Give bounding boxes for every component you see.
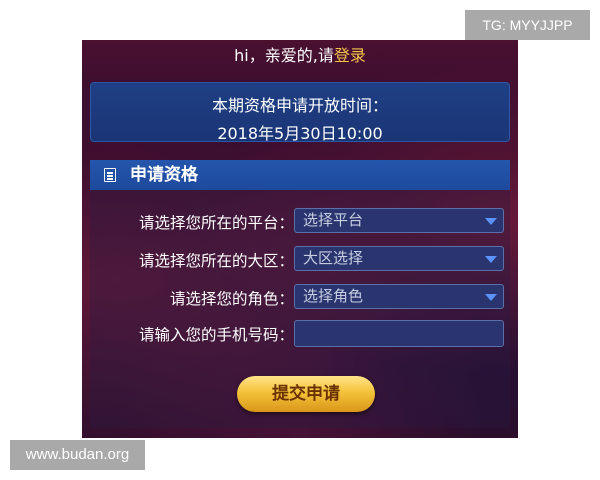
section-header: 申请资格 — [90, 160, 510, 190]
open-time-value: 2018年5月30日10:00 — [217, 124, 383, 143]
submit-button[interactable]: 提交申请 — [237, 376, 375, 412]
application-panel: hi，亲爱的,请登录 本期资格申请开放时间： 2018年5月30日10:00 申… — [82, 40, 518, 438]
role-row: 请选择您的角色： 选择角色 — [90, 284, 510, 310]
platform-row: 请选择您所在的平台： 选择平台 — [90, 208, 510, 234]
role-label: 请选择您的角色： — [169, 290, 294, 308]
platform-select-value: 选择平台 — [303, 211, 364, 229]
region-row: 请选择您所在的大区： 大区选择 — [90, 246, 510, 272]
section-title: 申请资格 — [130, 165, 198, 185]
phone-input[interactable] — [294, 320, 504, 347]
region-select[interactable]: 大区选择 — [294, 246, 504, 271]
role-select-value: 选择角色 — [303, 287, 364, 305]
region-label: 请选择您所在的大区： — [138, 252, 294, 270]
greeting-prefix: hi，亲爱的,请 — [234, 46, 334, 65]
role-select[interactable]: 选择角色 — [294, 284, 504, 309]
open-time-box: 本期资格申请开放时间： 2018年5月30日10:00 — [90, 82, 510, 143]
document-icon — [104, 168, 116, 182]
phone-label: 请输入您的手机号码： — [138, 326, 294, 344]
phone-row: 请输入您的手机号码： — [90, 320, 510, 347]
chevron-down-icon — [485, 256, 497, 263]
open-time-title: 本期资格申请开放时间： — [211, 96, 388, 115]
chevron-down-icon — [485, 294, 497, 301]
greeting-text: hi，亲爱的,请登录 — [82, 42, 518, 66]
watermark-site: www.budan.org — [10, 440, 145, 470]
watermark-tg: TG: MYYJJPP — [465, 10, 590, 40]
platform-select[interactable]: 选择平台 — [294, 208, 504, 233]
region-select-value: 大区选择 — [303, 249, 364, 267]
chevron-down-icon — [485, 218, 497, 225]
platform-label: 请选择您所在的平台： — [138, 214, 294, 232]
login-link[interactable]: 登录 — [334, 46, 366, 65]
